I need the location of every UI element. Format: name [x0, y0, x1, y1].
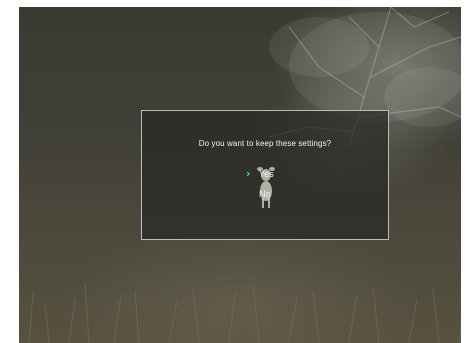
camera-viewfinder: Do you want to keep these settings? › Ye…: [19, 7, 461, 343]
foreground-grass: [28, 282, 461, 343]
dialog-question: Do you want to keep these settings?: [198, 139, 332, 148]
chevron-right-icon: ›: [246, 167, 251, 180]
option-no[interactable]: No: [259, 189, 271, 199]
option-yes[interactable]: Yes: [259, 169, 274, 179]
confirm-settings-dialog: Do you want to keep these settings? › Ye…: [141, 110, 389, 240]
